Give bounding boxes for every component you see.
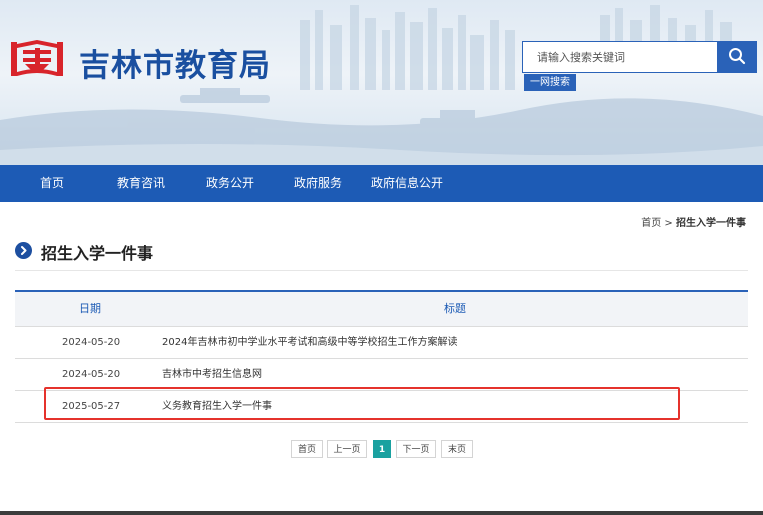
nav-item-government-info-disclosure[interactable]: 政府信息公开 <box>371 165 443 202</box>
page-last-button[interactable]: 末页 <box>441 440 473 458</box>
table-row: 2024-05-20 2024年吉林市初中学业水平考试和高级中等学校招生工作方案… <box>15 326 748 358</box>
row-title-link[interactable]: 2024年吉林市初中学业水平考试和高级中等学校招生工作方案解读 <box>162 327 457 358</box>
row-date: 2024-05-20 <box>62 369 121 380</box>
one-net-search-button[interactable]: 一网搜索 <box>524 74 576 91</box>
breadcrumb-home[interactable]: 首页 <box>641 218 661 229</box>
jilin-education-logo-icon <box>9 38 65 80</box>
search-icon <box>729 47 746 64</box>
site-title: 吉林市教育局 <box>79 48 271 84</box>
bottom-edge <box>0 511 763 515</box>
page-first-button[interactable]: 首页 <box>291 440 323 458</box>
section-title: 招生入学一件事 <box>41 244 154 263</box>
nav-item-government-affairs[interactable]: 政务公开 <box>206 165 254 202</box>
table-row: 2024-05-20 吉林市中考招生信息网 <box>15 358 748 390</box>
breadcrumb-current: 招生入学一件事 <box>676 218 746 229</box>
main-nav: 首页 教育咨讯 政务公开 政府服务 政府信息公开 <box>0 165 763 202</box>
chevron-right-circle-icon <box>15 242 32 259</box>
breadcrumb: 首页 > 招生入学一件事 <box>641 214 746 229</box>
header-banner: 吉林市教育局 一网搜索 <box>0 0 763 165</box>
main-content: 首页 > 招生入学一件事 招生入学一件事 日期 标题 2024-05-20 20… <box>0 202 763 515</box>
highlight-box <box>44 387 680 420</box>
page-current-button[interactable]: 1 <box>373 440 391 458</box>
column-header-date: 日期 <box>79 302 101 315</box>
row-title-link[interactable]: 吉林市中考招生信息网 <box>162 359 262 390</box>
nav-item-education-news[interactable]: 教育咨讯 <box>117 165 165 202</box>
page-next-button[interactable]: 下一页 <box>396 440 436 458</box>
section-divider <box>15 270 748 271</box>
nav-item-home[interactable]: 首页 <box>40 165 64 202</box>
page-prev-button[interactable]: 上一页 <box>327 440 367 458</box>
column-header-title: 标题 <box>444 302 466 315</box>
search-bar <box>522 41 757 73</box>
row-date: 2024-05-20 <box>62 337 121 348</box>
nav-item-government-services[interactable]: 政府服务 <box>294 165 342 202</box>
search-button[interactable] <box>717 41 757 73</box>
breadcrumb-separator: > <box>664 218 673 229</box>
table-header: 日期 标题 <box>15 290 748 326</box>
search-input[interactable] <box>522 41 732 73</box>
